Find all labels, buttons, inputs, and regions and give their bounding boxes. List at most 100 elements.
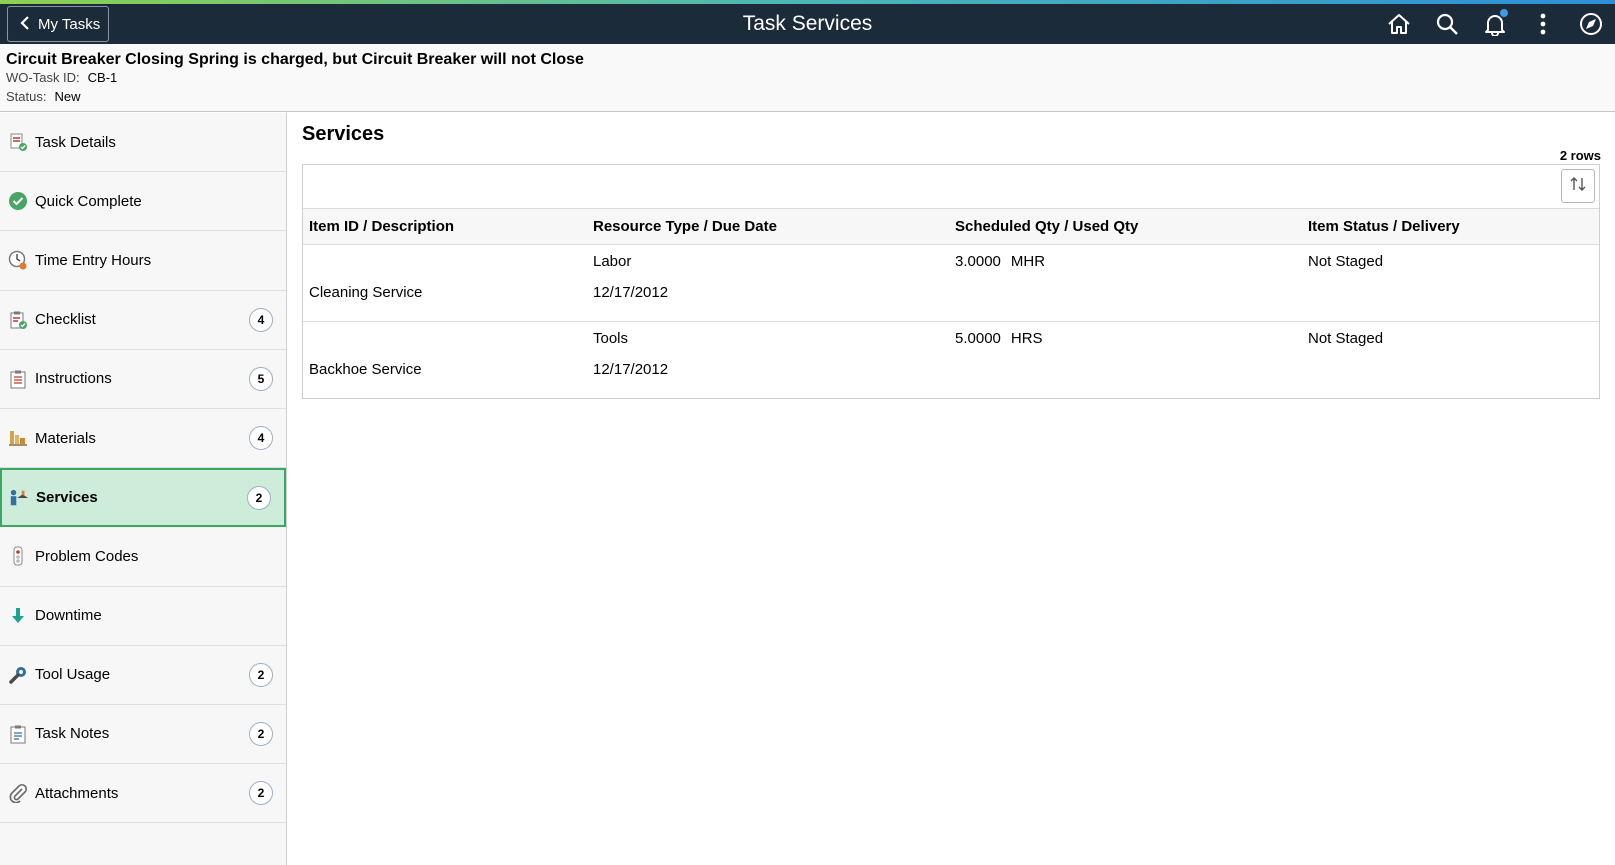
- row-count: 2 rows: [1559, 148, 1601, 163]
- paperclip-icon: [8, 783, 28, 804]
- sidebar-item-label: Problem Codes: [35, 547, 139, 565]
- sidebar-item-label: Tool Usage: [35, 666, 111, 684]
- services-grid: Item ID / Description Resource Type / Du…: [302, 164, 1600, 399]
- qty-unit: MHR: [1010, 252, 1046, 270]
- description-cell: Cleaning Service: [303, 276, 587, 322]
- sidebar-item-task-details[interactable]: Task Details: [0, 113, 286, 173]
- top-icons: [1375, 4, 1615, 44]
- task-status: Status: New: [6, 89, 80, 104]
- page-title: Task Services: [742, 12, 873, 35]
- qty-value: 3.0000: [955, 252, 1001, 270]
- resource-type-cell: Labor: [593, 252, 632, 270]
- sidebar-item-label: Instructions: [35, 370, 112, 388]
- sidebar-item-label: Attachments: [35, 784, 119, 802]
- sidebar: Task Details Quick Complete Time Entry H…: [0, 113, 287, 865]
- back-button-label: My Tasks: [38, 15, 101, 33]
- problem-codes-icon: [8, 546, 28, 566]
- sidebar-item-label: Task Notes: [35, 725, 110, 743]
- main-content: Services 2 rows Item ID / Description Re…: [287, 113, 1615, 865]
- instructions-icon: [8, 369, 28, 389]
- column-header: Resource Type / Due Date: [587, 209, 949, 245]
- item-id-cell: [303, 244, 587, 276]
- count-badge: 2: [249, 662, 273, 687]
- task-id: WO-Task ID: CB-1: [6, 70, 117, 85]
- qty-cell: 3.0000 MHR: [949, 244, 1302, 276]
- back-button[interactable]: My Tasks: [7, 6, 109, 42]
- table-row-detail[interactable]: Cleaning Service 12/17/2012: [303, 276, 1599, 322]
- sidebar-item-services[interactable]: Services 2: [0, 468, 286, 528]
- sidebar-item-attachments[interactable]: Attachments 2: [0, 764, 286, 824]
- sort-button[interactable]: [1561, 169, 1595, 203]
- count-badge: 2: [249, 721, 273, 746]
- more-icon[interactable]: [1519, 4, 1567, 44]
- materials-icon: [8, 428, 28, 448]
- sidebar-item-label: Materials: [35, 429, 96, 447]
- qty-cell: 5.0000 HRS: [949, 321, 1302, 353]
- delivery-cell: [1302, 353, 1599, 398]
- task-title: Circuit Breaker Closing Spring is charge…: [6, 51, 584, 68]
- task-status-value: New: [54, 89, 81, 104]
- used-qty-cell: [949, 276, 1302, 322]
- services-table: Item ID / Description Resource Type / Du…: [303, 209, 1599, 398]
- column-header: Scheduled Qty / Used Qty: [949, 209, 1302, 245]
- qty-unit: HRS: [1010, 329, 1043, 347]
- chevron-left-icon: [20, 15, 30, 34]
- count-badge: 2: [249, 781, 273, 806]
- item-id-cell: [303, 321, 587, 353]
- status-cell: Not Staged: [1308, 329, 1384, 347]
- count-badge: 4: [249, 307, 273, 332]
- home-icon[interactable]: [1375, 4, 1423, 44]
- grid-toolbar: [303, 165, 1599, 209]
- sidebar-item-quick-complete[interactable]: Quick Complete: [0, 172, 286, 232]
- delivery-cell: [1302, 276, 1599, 322]
- sidebar-item-label: Services: [36, 489, 98, 507]
- sidebar-item-label: Quick Complete: [35, 192, 142, 210]
- due-date-cell: 12/17/2012: [587, 276, 949, 322]
- bell-icon[interactable]: [1471, 4, 1519, 44]
- task-id-label: WO-Task ID:: [6, 70, 80, 85]
- table-row-detail[interactable]: Backhoe Service 12/17/2012: [303, 353, 1599, 398]
- down-arrow-icon: [8, 606, 28, 626]
- section-title: Services: [302, 123, 385, 145]
- status-cell: Not Staged: [1308, 252, 1384, 270]
- sidebar-item-time-entry-hours[interactable]: Time Entry Hours: [0, 231, 286, 291]
- sidebar-item-label: Downtime: [35, 607, 102, 625]
- column-header: Item Status / Delivery: [1302, 209, 1599, 245]
- check-circle-icon: [8, 191, 28, 211]
- notes-icon: [8, 724, 28, 744]
- due-date-cell: 12/17/2012: [593, 361, 669, 378]
- count-badge: 5: [249, 366, 273, 391]
- checklist-icon: [8, 310, 28, 330]
- count-badge: 4: [249, 426, 273, 451]
- count-badge: 2: [247, 485, 271, 510]
- notification-dot: [1500, 9, 1508, 17]
- sidebar-item-tool-usage[interactable]: Tool Usage 2: [0, 646, 286, 705]
- description-cell: Backhoe Service: [309, 361, 422, 378]
- sidebar-item-problem-codes[interactable]: Problem Codes: [0, 527, 286, 587]
- table-row[interactable]: Labor 3.0000 MHR Not Staged: [303, 244, 1599, 276]
- resource-type-cell: Tools: [593, 329, 629, 347]
- qty-value: 5.0000: [955, 329, 1001, 347]
- clock-icon: [8, 250, 28, 270]
- sidebar-item-task-notes[interactable]: Task Notes 2: [0, 705, 286, 765]
- table-header-row: Item ID / Description Resource Type / Du…: [303, 209, 1599, 245]
- sidebar-item-downtime[interactable]: Downtime: [0, 587, 286, 646]
- services-icon: [9, 488, 29, 508]
- sidebar-item-checklist[interactable]: Checklist 4: [0, 291, 286, 350]
- sidebar-item-label: Checklist: [35, 311, 96, 329]
- task-details-icon: [8, 132, 28, 152]
- sidebar-item-materials[interactable]: Materials 4: [0, 409, 286, 469]
- tool-icon: [8, 665, 28, 685]
- search-icon[interactable]: [1423, 4, 1471, 44]
- task-header: Circuit Breaker Closing Spring is charge…: [0, 44, 1615, 112]
- top-banner: My Tasks Task Services: [0, 4, 1615, 44]
- task-status-label: Status:: [6, 89, 47, 104]
- sidebar-item-instructions[interactable]: Instructions 5: [0, 350, 286, 409]
- used-qty-cell: [949, 353, 1302, 398]
- sidebar-item-label: Task Details: [35, 133, 116, 151]
- compass-icon[interactable]: [1567, 4, 1615, 44]
- table-row[interactable]: Tools 5.0000 HRS Not Staged: [303, 321, 1599, 353]
- sidebar-item-label: Time Entry Hours: [35, 251, 152, 269]
- column-header: Item ID / Description: [303, 209, 587, 245]
- task-id-value: CB-1: [87, 70, 118, 85]
